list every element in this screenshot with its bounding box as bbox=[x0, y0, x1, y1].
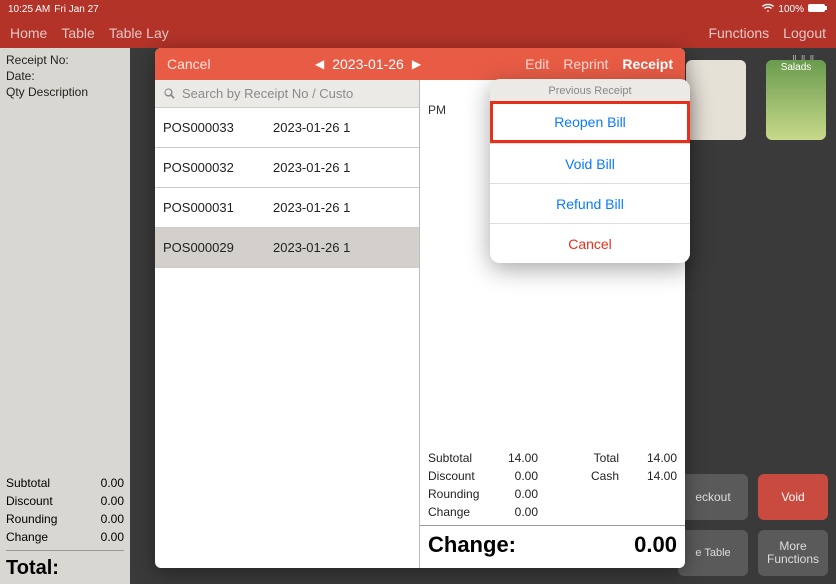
popover-refund-bill[interactable]: Refund Bill bbox=[490, 183, 690, 223]
status-battery-pct: 100% bbox=[778, 4, 804, 15]
d-total-l: Total bbox=[538, 451, 627, 465]
receipt-no: POS000029 bbox=[163, 240, 273, 255]
popover-reopen-bill[interactable]: Reopen Bill bbox=[490, 101, 690, 143]
checkout-button[interactable]: eckout bbox=[678, 474, 748, 520]
subtotal-label: Subtotal bbox=[6, 476, 50, 490]
discount-value: 0.00 bbox=[101, 494, 124, 508]
d-round-v: 0.00 bbox=[488, 487, 538, 501]
more-functions-button[interactable]: More Functions bbox=[758, 530, 828, 576]
edit-popover: Previous Receipt Reopen Bill Void Bill R… bbox=[490, 79, 690, 263]
d-round-l: Rounding bbox=[428, 487, 488, 501]
qty-desc-header: Qty Description bbox=[6, 84, 124, 100]
receipt-row[interactable]: POS000031 2023-01-26 1 bbox=[155, 188, 419, 228]
left-receipt-panel: Receipt No: Date: Qty Description Subtot… bbox=[0, 48, 130, 584]
receipt-date: 2023-01-26 1 bbox=[273, 160, 350, 175]
wifi-icon bbox=[762, 3, 774, 16]
nav-layout[interactable]: Table Lay bbox=[109, 25, 169, 41]
d-disc-l: Discount bbox=[428, 469, 488, 483]
tile-salads-label: Salads bbox=[781, 62, 812, 73]
popover-title: Previous Receipt bbox=[490, 79, 690, 101]
popover-cancel[interactable]: Cancel bbox=[490, 223, 690, 263]
modal-header: Cancel ◀ 2023-01-26 ▶ Edit Reprint Recei… bbox=[155, 48, 685, 80]
d-cash-l: Cash bbox=[538, 469, 627, 483]
search-icon bbox=[163, 87, 176, 100]
d-chg-v: 0.00 bbox=[488, 505, 538, 519]
receipt-list-column: Search by Receipt No / Custo POS000033 2… bbox=[155, 80, 420, 568]
receipt-row[interactable]: POS000032 2023-01-26 1 bbox=[155, 148, 419, 188]
total-label: Total: bbox=[6, 550, 124, 580]
receipt-date: 2023-01-26 1 bbox=[273, 120, 350, 135]
battery-icon bbox=[808, 3, 828, 16]
status-day: Fri Jan 27 bbox=[54, 4, 98, 15]
receipt-date: 2023-01-26 1 bbox=[273, 200, 350, 215]
receipt-row[interactable]: POS000033 2023-01-26 1 bbox=[155, 108, 419, 148]
change-table-button[interactable]: e Table bbox=[678, 530, 748, 576]
discount-label: Discount bbox=[6, 494, 53, 508]
d-cash-v: 14.00 bbox=[627, 469, 677, 483]
search-placeholder: Search by Receipt No / Custo bbox=[182, 86, 353, 101]
status-time: 10:25 AM bbox=[8, 4, 50, 15]
receipt-date-label: Date: bbox=[6, 68, 124, 84]
change-big-label: Change: bbox=[428, 532, 516, 558]
category-tile-salads[interactable]: Salads bbox=[766, 60, 826, 140]
receipt-no: POS000033 bbox=[163, 120, 273, 135]
nav-functions[interactable]: Functions bbox=[708, 25, 769, 41]
change-value: 0.00 bbox=[101, 530, 124, 544]
d-chg-l: Change bbox=[428, 505, 488, 519]
nav-home[interactable]: Home bbox=[10, 25, 47, 41]
date-next-icon[interactable]: ▶ bbox=[412, 57, 421, 71]
change-big-value: 0.00 bbox=[634, 532, 677, 558]
d-sub-l: Subtotal bbox=[428, 451, 488, 465]
tab-edit[interactable]: Edit bbox=[525, 56, 549, 72]
top-nav: Home Table Table Lay Functions Logout bbox=[0, 18, 836, 48]
receipt-no: POS000032 bbox=[163, 160, 273, 175]
search-input[interactable]: Search by Receipt No / Custo bbox=[155, 80, 419, 108]
modal-date[interactable]: 2023-01-26 bbox=[332, 56, 404, 72]
subtotal-value: 0.00 bbox=[101, 476, 124, 490]
receipt-no-label: Receipt No: bbox=[6, 52, 124, 68]
nav-logout[interactable]: Logout bbox=[783, 25, 826, 41]
change-label: Change bbox=[6, 530, 48, 544]
d-sub-v: 14.00 bbox=[488, 451, 538, 465]
receipt-date: 2023-01-26 1 bbox=[273, 240, 350, 255]
modal-cancel-button[interactable]: Cancel bbox=[167, 56, 211, 72]
popover-void-bill[interactable]: Void Bill bbox=[490, 143, 690, 183]
rounding-value: 0.00 bbox=[101, 512, 124, 526]
tab-reprint[interactable]: Reprint bbox=[563, 56, 608, 72]
tab-receipt[interactable]: Receipt bbox=[622, 56, 673, 72]
void-button[interactable]: Void bbox=[758, 474, 828, 520]
rounding-label: Rounding bbox=[6, 512, 57, 526]
date-prev-icon[interactable]: ◀ bbox=[315, 57, 324, 71]
d-disc-v: 0.00 bbox=[488, 469, 538, 483]
status-bar: 10:25 AM Fri Jan 27 100% bbox=[0, 0, 836, 18]
nav-table[interactable]: Table bbox=[61, 25, 94, 41]
detail-time: PM bbox=[428, 103, 446, 118]
category-tile-soup[interactable] bbox=[686, 60, 746, 140]
receipt-row[interactable]: POS000029 2023-01-26 1 bbox=[155, 228, 419, 268]
d-total-v: 14.00 bbox=[627, 451, 677, 465]
receipt-no: POS000031 bbox=[163, 200, 273, 215]
